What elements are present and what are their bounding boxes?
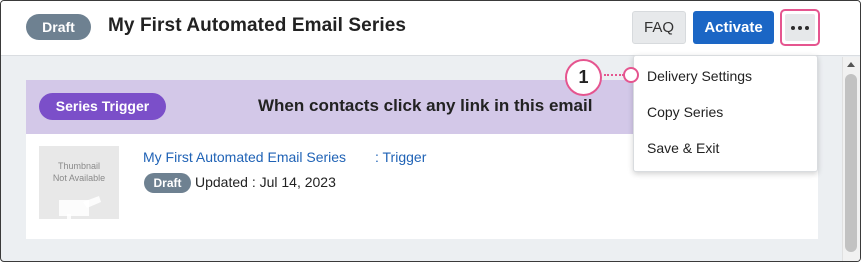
more-options-menu: Delivery Settings Copy Series Save & Exi… [633,55,818,172]
page-title: My First Automated Email Series [108,15,407,36]
header-bar: Draft My First Automated Email Series FA… [1,1,860,56]
app-frame: Draft My First Automated Email Series FA… [0,0,861,262]
callout-target-ring [623,67,639,83]
email-name-link[interactable]: My First Automated Email Series [143,149,346,165]
faq-button[interactable]: FAQ [632,11,686,44]
trigger-link[interactable]: : Trigger [375,149,426,165]
activate-button[interactable]: Activate [693,11,774,44]
scrollbar-thumb[interactable] [845,74,857,252]
email-status-badge: Draft [144,173,191,193]
thumbnail-placeholder-text: Thumbnail Not Available [52,161,106,183]
image-placeholder-icon [59,196,101,219]
email-thumbnail[interactable]: Thumbnail Not Available [39,146,119,219]
menu-item-save-exit[interactable]: Save & Exit [647,140,719,156]
more-options-button[interactable] [780,9,820,46]
menu-item-delivery-settings[interactable]: Delivery Settings [647,68,752,84]
trigger-description: When contacts click any link in this ema… [258,96,593,115]
updated-date: Updated : Jul 14, 2023 [195,174,336,190]
callout-connector [604,74,624,76]
menu-item-copy-series[interactable]: Copy Series [647,104,723,120]
more-horizontal-icon [785,14,815,41]
series-trigger-badge: Series Trigger [39,93,166,120]
scroll-up-arrow-icon[interactable] [847,62,855,67]
status-badge: Draft [26,14,91,40]
step-callout: 1 [565,59,602,96]
